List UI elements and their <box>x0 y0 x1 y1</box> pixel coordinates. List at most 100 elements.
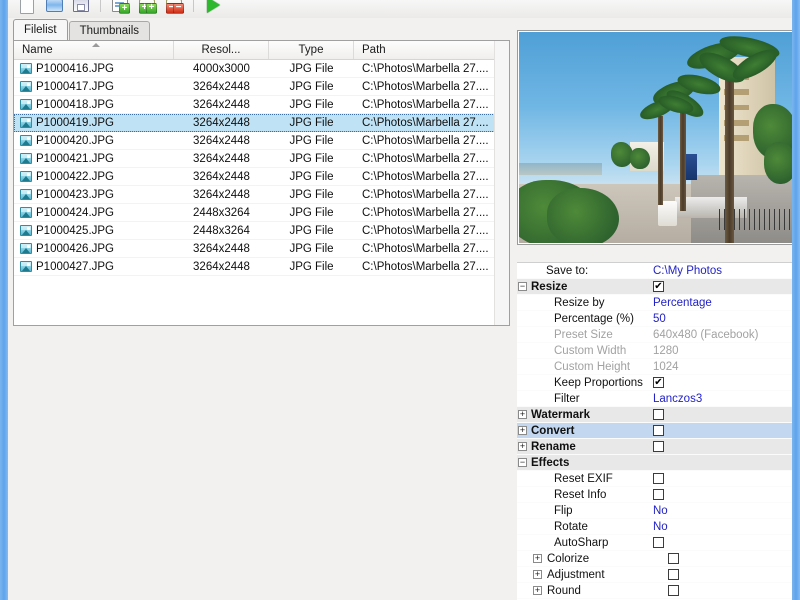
property-value[interactable]: C:\My Photos <box>651 265 799 277</box>
file-list-scrollbar[interactable] <box>494 41 509 325</box>
file-path-cell: C:\Photos\Marbella 27.... <box>362 188 489 201</box>
property-checkbox[interactable] <box>666 569 799 580</box>
file-type-cell: JPG File <box>289 188 334 201</box>
property-value[interactable]: Lanczos3 <box>651 393 799 405</box>
property-row[interactable]: Percentage (%) 50 <box>517 311 799 327</box>
file-path-cell: C:\Photos\Marbella 27.... <box>362 134 489 147</box>
save-button[interactable] <box>69 0 93 16</box>
expand-icon[interactable]: + <box>517 426 528 435</box>
property-row[interactable]: − Resize ✔ <box>517 279 799 295</box>
property-row[interactable]: Reset Info <box>517 487 799 503</box>
column-header-type[interactable]: Type <box>269 41 354 59</box>
property-row[interactable]: + Colorize <box>517 551 799 567</box>
property-row[interactable]: + Adjustment <box>517 567 799 583</box>
property-checkbox[interactable] <box>651 441 799 452</box>
property-checkbox[interactable] <box>666 553 799 564</box>
file-list[interactable]: Name Resol... Type Path P1000416.JPG 4000… <box>13 40 510 326</box>
table-row[interactable]: P1000425.JPG 2448x3264 JPG File C:\Photos\M… <box>14 222 509 240</box>
table-row[interactable]: P1000426.JPG 3264x2448 JPG File C:\Photos\M… <box>14 240 509 258</box>
property-checkbox[interactable] <box>666 585 799 596</box>
expander-box: + <box>518 441 527 451</box>
file-name-cell: P1000422.JPG <box>14 171 174 183</box>
property-row[interactable]: Preset Size 640x480 (Facebook) <box>517 327 799 343</box>
expander-box: − <box>518 457 527 467</box>
property-row[interactable]: Custom Height 1024 <box>517 359 799 375</box>
image-file-icon <box>20 243 32 254</box>
table-row[interactable]: P1000420.JPG 3264x2448 JPG File C:\Photos\M… <box>14 132 509 150</box>
property-value[interactable]: 1024 <box>651 361 799 373</box>
property-row[interactable]: Custom Width 1280 <box>517 343 799 359</box>
table-row[interactable]: P1000421.JPG 3264x2448 JPG File C:\Photos\M… <box>14 150 509 168</box>
property-label: Colorize <box>547 552 590 565</box>
property-label: Effects <box>531 456 570 469</box>
property-row[interactable]: + Watermark <box>517 407 799 423</box>
image-file-icon <box>20 99 32 110</box>
file-name-cell: P1000426.JPG <box>14 243 174 255</box>
file-type-cell: JPG File <box>289 98 334 111</box>
property-value[interactable]: 1280 <box>651 345 799 357</box>
expand-icon[interactable]: + <box>517 410 528 419</box>
table-row[interactable]: P1000427.JPG 3264x2448 JPG File C:\Photos\M… <box>14 258 509 276</box>
column-header-path[interactable]: Path <box>354 41 509 59</box>
table-row[interactable]: P1000419.JPG 3264x2448 JPG File C:\Photos\M… <box>14 114 509 132</box>
image-preview-panel[interactable] <box>517 30 799 245</box>
property-row[interactable]: + Rename <box>517 439 799 455</box>
column-header-name[interactable]: Name <box>14 41 174 59</box>
add-folder-button[interactable]: + + <box>135 0 159 16</box>
table-row[interactable]: P1000417.JPG 3264x2448 JPG File C:\Photos\M… <box>14 78 509 96</box>
property-checkbox[interactable] <box>651 409 799 420</box>
property-value[interactable]: 50 <box>651 313 799 325</box>
property-row[interactable]: Save to: C:\My Photos <box>517 263 799 279</box>
expand-icon[interactable]: + <box>532 570 543 579</box>
property-checkbox[interactable] <box>651 473 799 484</box>
expand-icon[interactable]: + <box>532 586 543 595</box>
property-value[interactable]: No <box>651 521 799 533</box>
file-name-label: P1000426.JPG <box>36 242 115 255</box>
new-document-button[interactable] <box>15 0 39 16</box>
expand-icon[interactable]: + <box>532 554 543 563</box>
remove-files-button[interactable]: − − <box>162 0 186 16</box>
property-checkbox[interactable] <box>651 489 799 500</box>
property-label: Reset Info <box>554 488 607 501</box>
property-value[interactable]: No <box>651 505 799 517</box>
file-name-label: P1000420.JPG <box>36 134 115 147</box>
open-folder-button[interactable] <box>42 0 66 16</box>
collapse-icon[interactable]: − <box>517 458 528 467</box>
file-name-cell: P1000419.JPG <box>14 117 174 129</box>
column-header-resolution[interactable]: Resol... <box>174 41 269 59</box>
property-label: Resize by <box>554 296 605 309</box>
property-row[interactable]: Flip No <box>517 503 799 519</box>
property-row[interactable]: + Round <box>517 583 799 599</box>
property-row[interactable]: Reset EXIF <box>517 471 799 487</box>
property-row[interactable]: Resize by Percentage <box>517 295 799 311</box>
property-label: Round <box>547 584 581 597</box>
table-row[interactable]: P1000416.JPG 4000x3000 JPG File C:\Photos\M… <box>14 60 509 78</box>
table-row[interactable]: P1000423.JPG 3264x2448 JPG File C:\Photos\M… <box>14 186 509 204</box>
file-resolution-cell: 3264x2448 <box>193 152 250 165</box>
property-row[interactable]: − Effects <box>517 455 799 471</box>
tab-filelist[interactable]: Filelist <box>13 19 68 40</box>
tab-thumbnails[interactable]: Thumbnails <box>68 21 151 40</box>
property-row[interactable]: Filter Lanczos3 <box>517 391 799 407</box>
file-path-cell: C:\Photos\Marbella 27.... <box>362 98 489 111</box>
property-value[interactable]: 640x480 (Facebook) <box>651 329 799 341</box>
property-row[interactable]: Keep Proportions ✔ <box>517 375 799 391</box>
table-row[interactable]: P1000422.JPG 3264x2448 JPG File C:\Photos\M… <box>14 168 509 186</box>
property-checkbox[interactable] <box>651 537 799 548</box>
property-row[interactable]: AutoSharp <box>517 535 799 551</box>
property-checkbox[interactable]: ✔ <box>651 377 799 388</box>
table-row[interactable]: P1000424.JPG 2448x3264 JPG File C:\Photos\M… <box>14 204 509 222</box>
property-checkbox[interactable]: ✔ <box>651 281 799 292</box>
property-row[interactable]: + Convert <box>517 423 799 439</box>
add-files-button[interactable]: + <box>108 0 132 16</box>
table-row[interactable]: P1000418.JPG 3264x2448 JPG File C:\Photos\M… <box>14 96 509 114</box>
collapse-icon[interactable]: − <box>517 282 528 291</box>
property-value[interactable]: Percentage <box>651 297 799 309</box>
checkbox-unchecked-icon <box>668 553 679 564</box>
image-file-icon <box>20 117 32 128</box>
file-type-cell: JPG File <box>289 260 334 273</box>
expand-icon[interactable]: + <box>517 442 528 451</box>
property-row[interactable]: Rotate No <box>517 519 799 535</box>
run-button[interactable] <box>201 0 225 16</box>
property-checkbox[interactable] <box>651 425 799 436</box>
